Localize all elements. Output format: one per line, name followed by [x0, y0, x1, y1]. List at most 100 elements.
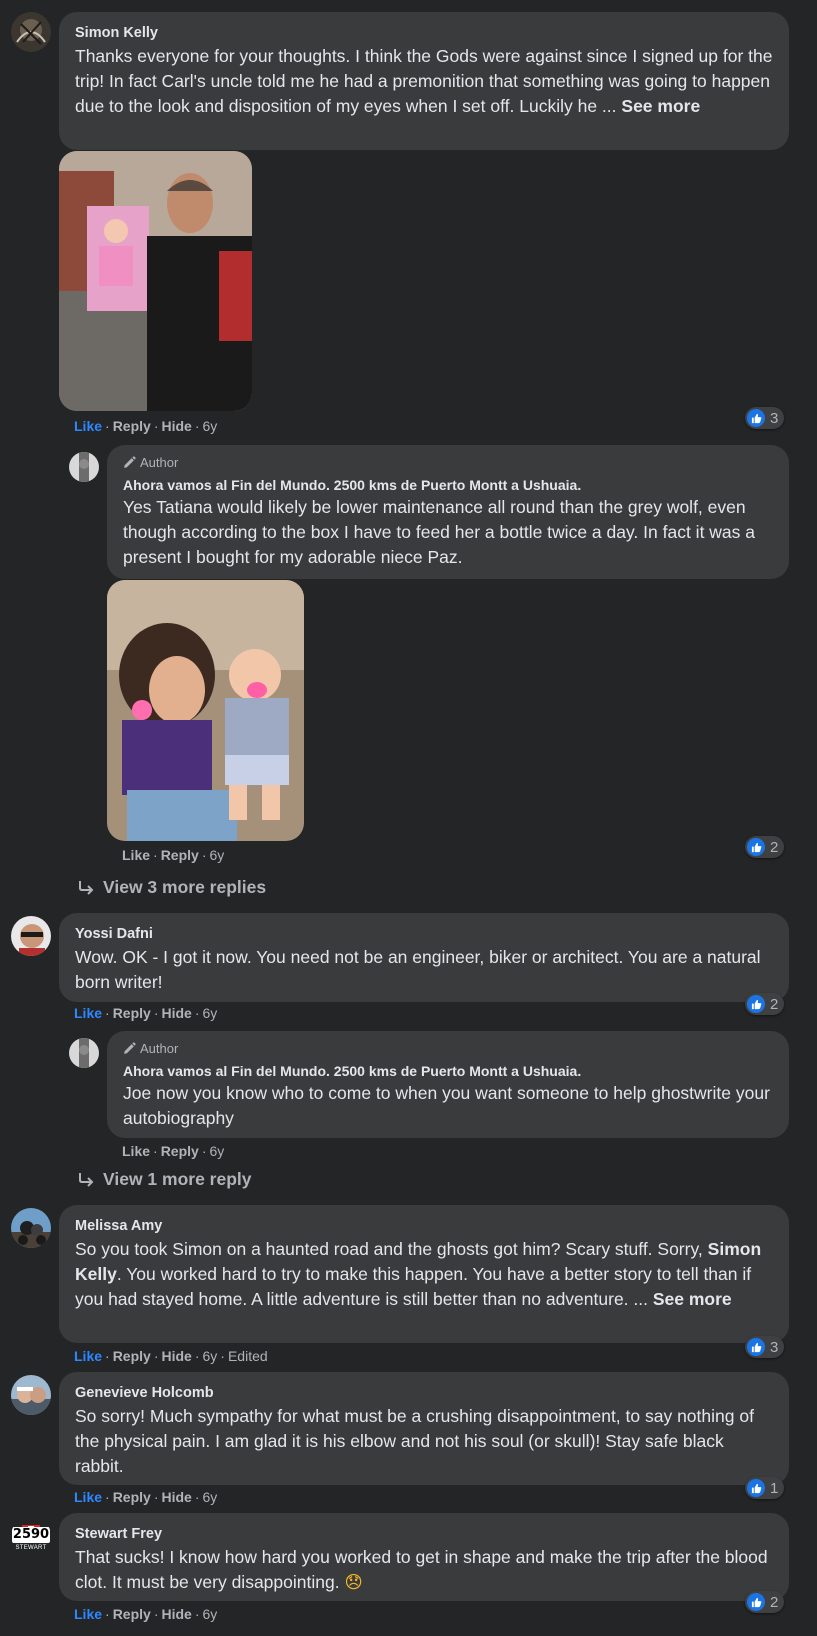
reaction-number: 3: [770, 1338, 779, 1356]
like-button[interactable]: Like: [74, 1489, 102, 1505]
reply-button[interactable]: Reply: [113, 1348, 151, 1364]
comment-body: . You worked hard to try to make this ha…: [75, 1264, 752, 1309]
reaction-count[interactable]: 2: [745, 836, 785, 858]
like-button[interactable]: Like: [122, 847, 150, 863]
avatar[interactable]: [11, 916, 51, 956]
avatar-number: 2590: [12, 1527, 50, 1543]
avatar[interactable]: 2590 STEWART: [11, 1516, 51, 1556]
comment-actions: Like · Reply · Hide · 6y: [74, 1005, 217, 1021]
timestamp[interactable]: 6y: [203, 1606, 218, 1622]
comment-actions: Like · Reply · Hide · 6y: [74, 1606, 217, 1622]
reply-button[interactable]: Reply: [161, 1143, 199, 1159]
comment-text: Thanks everyone for your thoughts. I thi…: [75, 44, 775, 119]
reaction-count[interactable]: 2: [745, 1591, 785, 1613]
see-more-link[interactable]: See more: [621, 96, 700, 116]
separator: ·: [105, 1005, 110, 1021]
author-badge-label: Author: [140, 455, 179, 470]
reply-button[interactable]: Reply: [113, 1005, 151, 1021]
separator: ·: [153, 1489, 159, 1505]
hide-button[interactable]: Hide: [161, 1489, 191, 1505]
reply-button[interactable]: Reply: [113, 1489, 151, 1505]
reaction-number: 2: [770, 838, 779, 856]
comment-bubble: Simon Kelly Thanks everyone for your tho…: [59, 12, 789, 150]
reaction-number: 3: [770, 409, 779, 427]
view-more-label: View 3 more replies: [103, 877, 267, 897]
like-button[interactable]: Like: [74, 1005, 102, 1021]
reply-author[interactable]: Ahora vamos al Fin del Mundo. 2500 kms d…: [123, 476, 775, 495]
like-reaction-icon: [747, 995, 765, 1013]
avatar[interactable]: [11, 1375, 51, 1415]
hide-button[interactable]: Hide: [161, 418, 191, 434]
comment-author[interactable]: Genevieve Holcomb: [75, 1384, 775, 1403]
separator: ·: [194, 1348, 200, 1364]
reply-button[interactable]: Reply: [113, 1606, 151, 1622]
comment-text: So sorry! Much sympathy for what must be…: [75, 1406, 754, 1476]
comment-actions: Like · Reply · Hide · 6y · Edited: [74, 1348, 268, 1364]
like-button[interactable]: Like: [74, 1348, 102, 1364]
separator: ·: [220, 1348, 225, 1364]
timestamp[interactable]: 6y: [203, 1489, 218, 1505]
flag-stripe: [13, 1519, 49, 1532]
comment-text: That sucks! I know how hard you worked t…: [75, 1545, 775, 1596]
timestamp[interactable]: 6y: [203, 1348, 218, 1364]
reply-photo[interactable]: [107, 580, 304, 841]
comment-author[interactable]: Yossi Dafni: [75, 925, 775, 944]
timestamp[interactable]: 6y: [209, 1143, 224, 1159]
comment-author[interactable]: Simon Kelly: [75, 24, 775, 43]
see-more-link[interactable]: See more: [653, 1289, 732, 1309]
hide-button[interactable]: Hide: [161, 1005, 191, 1021]
comment-photo[interactable]: [59, 151, 252, 411]
reply-arrow-icon: [79, 880, 94, 895]
separator: ·: [194, 1606, 200, 1622]
comment-bubble: Melissa Amy So you took Simon on a haunt…: [59, 1205, 789, 1343]
separator: ·: [194, 1005, 200, 1021]
separator: ·: [105, 1489, 110, 1505]
author-avatar[interactable]: [69, 452, 99, 482]
separator: ·: [153, 418, 159, 434]
hide-button[interactable]: Hide: [161, 1348, 191, 1364]
reaction-count[interactable]: 3: [745, 407, 785, 429]
like-reaction-icon: [747, 1593, 765, 1611]
view-more-replies[interactable]: View 1 more reply: [77, 1169, 252, 1190]
comment-author[interactable]: Melissa Amy: [75, 1217, 775, 1236]
reaction-count[interactable]: 3: [745, 1336, 785, 1358]
separator: ·: [201, 847, 207, 863]
timestamp[interactable]: 6y: [209, 847, 224, 863]
edited-label[interactable]: Edited: [228, 1348, 268, 1364]
separator: ·: [153, 1348, 159, 1364]
author-badge-label: Author: [140, 1041, 179, 1056]
sad-face-emoji: 😞: [344, 1573, 363, 1593]
like-reaction-icon: [747, 1338, 765, 1356]
reply-text: Joe now you know who to come to when you…: [123, 1083, 770, 1128]
separator: ·: [105, 1606, 110, 1622]
author-avatar[interactable]: [69, 1038, 99, 1068]
reply-author[interactable]: Ahora vamos al Fin del Mundo. 2500 kms d…: [123, 1062, 775, 1081]
author-badge: Author: [123, 454, 775, 471]
reaction-count[interactable]: 1: [745, 1477, 785, 1499]
reply-bubble: Author Ahora vamos al Fin del Mundo. 250…: [107, 1031, 789, 1138]
reply-button[interactable]: Reply: [113, 418, 151, 434]
like-button[interactable]: Like: [74, 418, 102, 434]
like-reaction-icon: [747, 1479, 765, 1497]
comment-body: That sucks! I know how hard you worked t…: [75, 1547, 768, 1592]
avatar[interactable]: [11, 12, 51, 52]
separator: ·: [153, 1143, 158, 1159]
separator: ·: [194, 1489, 200, 1505]
reply-button[interactable]: Reply: [161, 847, 199, 863]
timestamp[interactable]: 6y: [203, 1005, 218, 1021]
comment-author[interactable]: Stewart Frey: [75, 1525, 775, 1544]
separator: ·: [153, 847, 158, 863]
like-button[interactable]: Like: [74, 1606, 102, 1622]
reaction-count[interactable]: 2: [745, 993, 785, 1015]
reply-arrow-icon: [79, 1172, 94, 1187]
comment-text: So you took Simon on a haunted road and …: [75, 1237, 775, 1312]
comment-bubble: Yossi Dafni Wow. OK - I got it now. You …: [59, 913, 789, 1002]
like-reaction-icon: [747, 838, 765, 856]
hide-button[interactable]: Hide: [161, 1606, 191, 1622]
view-more-replies[interactable]: View 3 more replies: [77, 877, 266, 898]
like-button[interactable]: Like: [122, 1143, 150, 1159]
like-reaction-icon: [747, 409, 765, 427]
avatar-caption: STEWART: [15, 1545, 47, 1551]
avatar[interactable]: [11, 1208, 51, 1248]
timestamp[interactable]: 6y: [203, 418, 218, 434]
